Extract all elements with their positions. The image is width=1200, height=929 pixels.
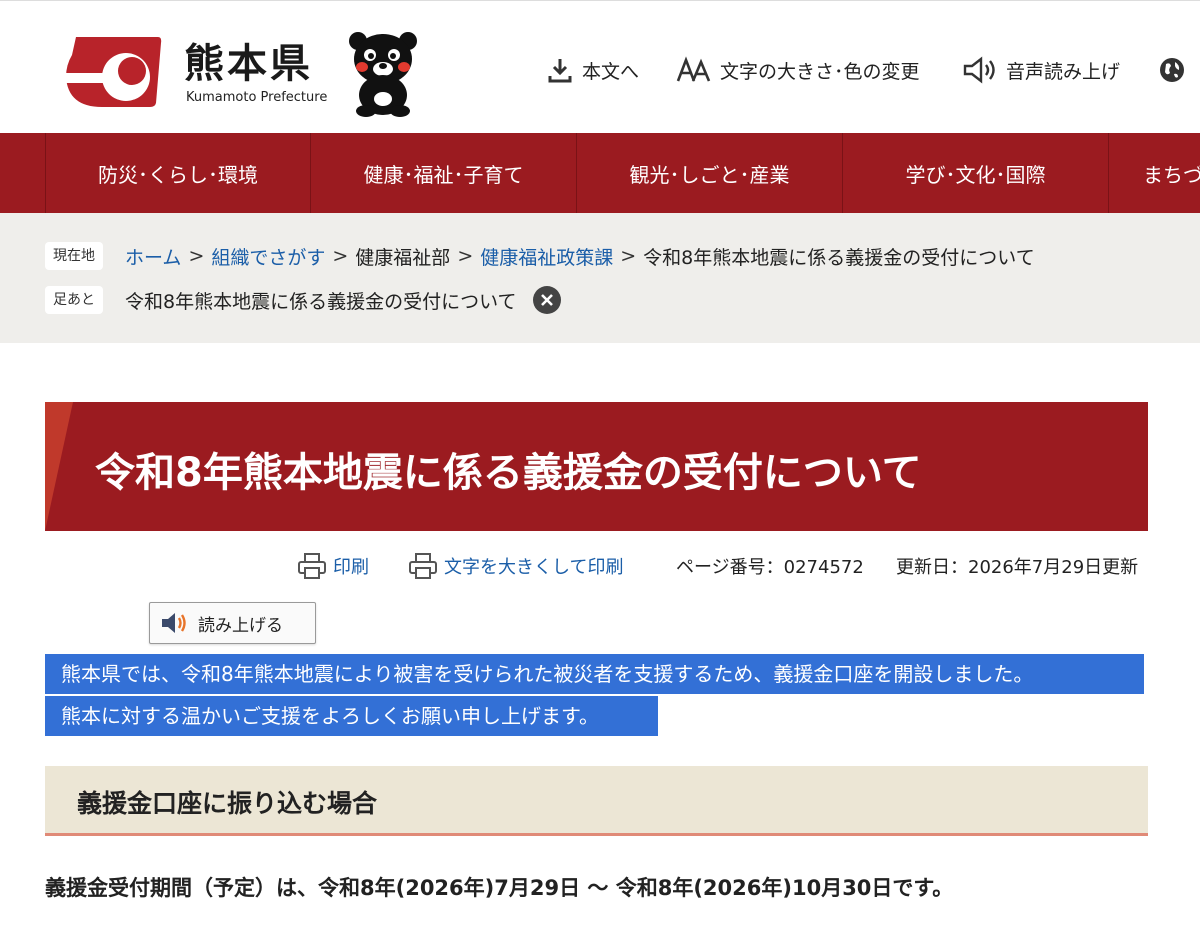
skip-to-content-label: 本文へ xyxy=(582,60,640,83)
speaker-icon xyxy=(963,56,995,84)
nav-item-label: まちづ xyxy=(1143,162,1200,187)
title-accent-stripe xyxy=(45,402,73,531)
text-size-icon xyxy=(676,56,711,82)
page-title: 令和8年熊本地震に係る義援金の受付について xyxy=(95,450,922,496)
breadcrumb-dept: 健康福祉部 xyxy=(355,246,451,269)
read-aloud-label: 読み上げる xyxy=(198,615,283,636)
breadcrumb-separator: > xyxy=(457,245,474,267)
close-icon xyxy=(540,294,553,306)
site-header: 熊本県 Kumamoto Prefecture 本文へ 文字の大きさ･色の変更 … xyxy=(0,0,1200,133)
download-icon xyxy=(548,59,572,83)
intro-text-line-1: 熊本県では、令和8年熊本地震により被害を受けられた被災者を支援するため、義援金口… xyxy=(45,654,1144,694)
breadcrumb-org-link[interactable]: 組織でさがす xyxy=(211,243,325,270)
nav-item-label: 学び･文化･国際 xyxy=(905,162,1046,187)
footprint-clear-button[interactable] xyxy=(532,286,561,314)
site-logo-link[interactable]: 熊本県 Kumamoto Prefecture xyxy=(62,29,432,119)
donation-period-text: 義援金受付期間（予定）は、令和8年(2026年)7月29日 ～ 令和8年(202… xyxy=(45,876,954,900)
text-size-color-link[interactable]: 文字の大きさ･色の変更 xyxy=(676,53,920,87)
language-link[interactable] xyxy=(1158,53,1186,87)
page-title-banner: 令和8年熊本地震に係る義援金の受付について xyxy=(45,402,1148,531)
updated-date: 更新日：2026年7月29日更新 xyxy=(896,557,1139,578)
voice-read-label: 音声読み上げ xyxy=(1006,60,1121,83)
breadcrumb-area: 現在地 ホーム > 組織でさがす > 健康福祉部 > 健康福祉政策課 > 令和8… xyxy=(0,213,1200,343)
nav-item-tourism-industry[interactable]: 観光･しごと･産業 xyxy=(576,133,842,213)
nav-item-label: 観光･しごと･産業 xyxy=(629,162,790,187)
nav-item-health-welfare[interactable]: 健康･福祉･子育て xyxy=(310,133,576,213)
skip-to-content-link[interactable]: 本文へ xyxy=(546,53,639,87)
text-size-color-label: 文字の大きさ･色の変更 xyxy=(720,60,920,83)
printer-icon xyxy=(298,553,326,579)
section-heading: 義援金口座に振り込む場合 xyxy=(45,766,1148,836)
global-navigation: 防災･くらし･環境 健康･福祉･子育て 観光･しごと･産業 学び･文化･国際 ま… xyxy=(0,133,1200,213)
prefecture-emblem-icon xyxy=(66,37,162,107)
print-link[interactable]: 印刷 xyxy=(297,550,369,582)
footprint-tag: 足あと xyxy=(45,286,103,314)
intro-text-line-2: 熊本に対する温かいご支援をよろしくお願い申し上げます。 xyxy=(45,696,658,736)
speaker-icon xyxy=(162,613,186,633)
voice-read-link[interactable]: 音声読み上げ xyxy=(962,53,1120,87)
footprint-item[interactable]: 令和8年熊本地震に係る義援金の受付について xyxy=(125,287,517,314)
breadcrumb-home-link[interactable]: ホーム xyxy=(125,243,181,270)
printer-icon xyxy=(409,553,437,579)
read-aloud-button[interactable]: 読み上げる xyxy=(149,602,316,644)
page-number: ページ番号：0274572 xyxy=(676,557,864,578)
footprint-row: 足あと 令和8年熊本地震に係る義援金の受付について xyxy=(45,285,561,315)
breadcrumb-separator: > xyxy=(620,245,637,267)
breadcrumb-separator: > xyxy=(332,245,349,267)
large-print-link[interactable]: 文字を大きくして印刷 xyxy=(408,550,623,582)
large-print-label: 文字を大きくして印刷 xyxy=(444,557,624,578)
breadcrumb-separator: > xyxy=(188,245,205,267)
breadcrumb-current: 令和8年熊本地震に係る義援金の受付について xyxy=(643,246,1035,269)
print-label: 印刷 xyxy=(333,557,369,578)
nav-item-label: 健康･福祉･子育て xyxy=(363,162,524,187)
breadcrumb-section-link[interactable]: 健康福祉政策課 xyxy=(480,243,613,270)
nav-item-disaster-living[interactable]: 防災･くらし･環境 xyxy=(45,133,310,213)
globe-icon xyxy=(1160,58,1184,82)
section-heading-text: 義援金口座に振り込む場合 xyxy=(77,789,378,818)
nav-item-learning-culture[interactable]: 学び･文化･国際 xyxy=(842,133,1108,213)
current-location-tag: 現在地 xyxy=(45,242,103,270)
logo-title: 熊本県 xyxy=(184,41,313,87)
breadcrumb: 現在地 ホーム > 組織でさがす > 健康福祉部 > 健康福祉政策課 > 令和8… xyxy=(45,241,1035,271)
nav-item-label: 防災･くらし･環境 xyxy=(98,162,258,187)
nav-item-town[interactable]: まちづ xyxy=(1108,133,1200,213)
logo-subtitle: Kumamoto Prefecture xyxy=(186,90,328,105)
kumamon-mascot-icon xyxy=(349,32,417,117)
